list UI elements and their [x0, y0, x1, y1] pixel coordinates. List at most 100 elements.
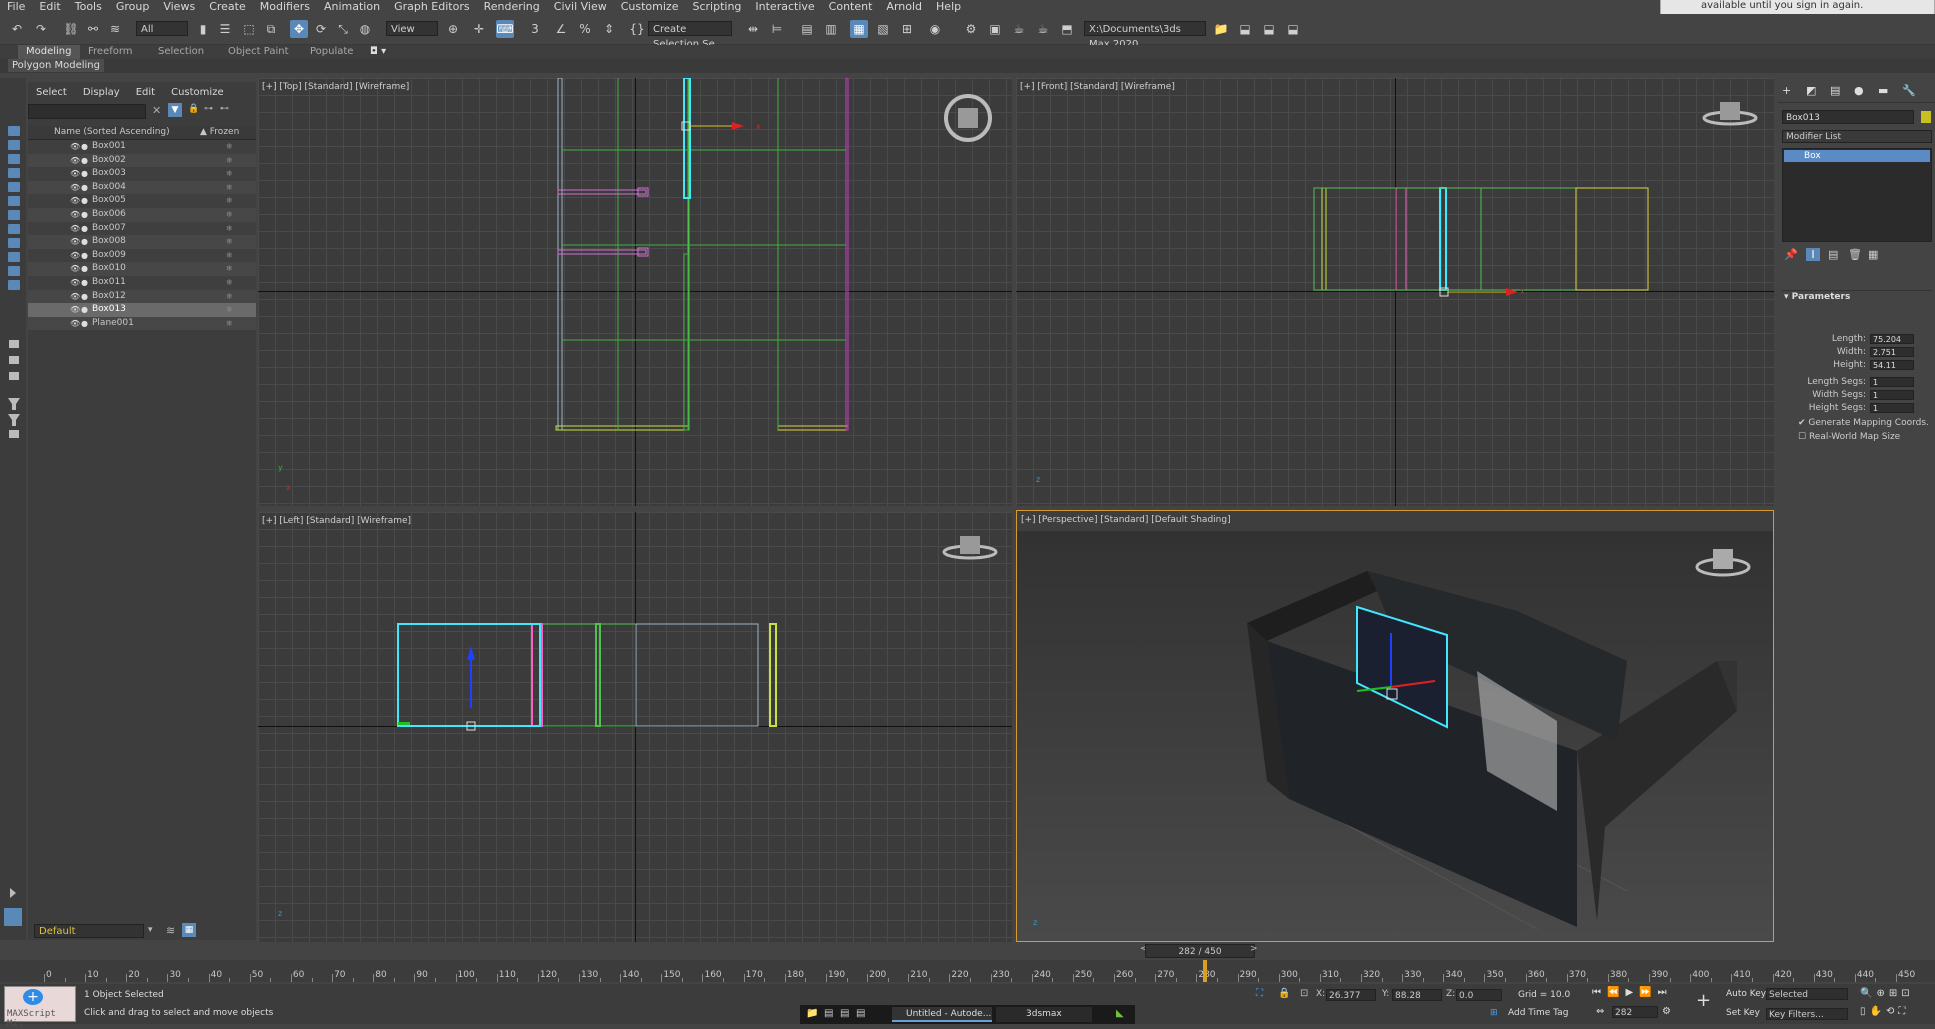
motion-tab-icon[interactable]: ●: [1854, 84, 1864, 97]
absolute-mode-icon[interactable]: ⊡: [1300, 988, 1308, 999]
polygon-modeling-panel[interactable]: Polygon Modeling: [8, 59, 104, 72]
display-tab-icon[interactable]: ▬: [1878, 84, 1888, 97]
viewport-top[interactable]: [+] [Top] [Standard] [Wireframe] x x y: [258, 78, 1012, 506]
track-bar[interactable]: 0 10 20 30 40 50 60 70 80 90 100 110 120 130 140 150 160…: [0, 960, 1935, 982]
unlink-icon[interactable]: ⚯: [84, 20, 102, 38]
auto-key-button[interactable]: Auto Key: [1726, 989, 1766, 999]
workspace-3-icon[interactable]: ⬓: [1284, 20, 1302, 38]
bind-space-warp-icon[interactable]: ≋: [106, 20, 124, 38]
visibility-eye-icon[interactable]: 👁: [70, 194, 80, 208]
window-crossing-icon[interactable]: ⧉: [262, 20, 280, 38]
visibility-eye-icon[interactable]: 👁: [70, 181, 80, 195]
taskbar-app-icon[interactable]: ▤: [824, 1008, 833, 1019]
project-folder-icon[interactable]: 📁: [1212, 20, 1230, 38]
visibility-eye-icon[interactable]: 👁: [70, 222, 80, 236]
visibility-eye-icon[interactable]: 👁: [70, 290, 80, 304]
time-slider[interactable]: 282 / 450: [1145, 944, 1255, 958]
menu-group[interactable]: Group: [109, 0, 157, 14]
align-icon[interactable]: ⊨: [768, 20, 786, 38]
rendered-frame-icon[interactable]: ▣: [986, 20, 1004, 38]
object-color-swatch[interactable]: [1921, 111, 1931, 123]
keyboard-shortcut-icon[interactable]: ⌨: [496, 20, 514, 38]
isolate-icon[interactable]: ⛶: [1256, 988, 1263, 999]
frozen-icon[interactable]: ❄: [226, 194, 233, 208]
frozen-icon[interactable]: ❄: [226, 276, 233, 290]
manipulate-icon[interactable]: ✛: [470, 20, 488, 38]
menu-tools[interactable]: Tools: [68, 0, 109, 14]
file-explorer-icon[interactable]: 📁: [806, 1008, 818, 1019]
schematic-view-icon[interactable]: ⊞: [898, 20, 916, 38]
modify-tab-icon[interactable]: ◩: [1806, 84, 1816, 97]
visibility-eye-icon[interactable]: 👁: [70, 235, 80, 249]
viewport-nav-controls[interactable]: 🔍⊕⊞⊡: [1860, 988, 1914, 999]
explorer-menu-edit[interactable]: Edit: [128, 87, 163, 98]
ribbon-options-icon[interactable]: ◘ ▾: [370, 45, 386, 59]
visibility-eye-icon[interactable]: 👁: [70, 262, 80, 276]
rect-selection-icon[interactable]: ⬚: [240, 20, 258, 38]
explorer-filter-icons[interactable]: [0, 78, 26, 940]
hierarchy-icon[interactable]: ⊶: [204, 104, 213, 114]
visibility-eye-icon[interactable]: 👁: [70, 154, 80, 168]
real-world-checkbox[interactable]: ☐ Real-World Map Size: [1798, 432, 1900, 442]
pivot-icon[interactable]: ⊕: [444, 20, 462, 38]
render-setup-icon[interactable]: ⚙: [962, 20, 980, 38]
frozen-icon[interactable]: ❄: [226, 154, 233, 168]
explorer-row[interactable]: 👁 ● Plane001 ❄: [28, 316, 256, 331]
visibility-eye-icon[interactable]: 👁: [70, 303, 80, 317]
pin-stack-icon[interactable]: 📌: [1784, 248, 1798, 261]
select-move-icon[interactable]: ✥: [290, 20, 308, 38]
explorer-row[interactable]: 👁 ● Box001 ❄: [28, 140, 256, 154]
time-tag-icon[interactable]: ⊞: [1490, 1008, 1498, 1018]
frozen-icon[interactable]: ❄: [226, 167, 233, 181]
tab-populate[interactable]: Populate: [310, 45, 353, 59]
frozen-icon[interactable]: ❄: [226, 317, 233, 331]
column-name[interactable]: Name (Sorted Ascending): [54, 126, 170, 139]
viewport-front[interactable]: [+] [Front] [Standard] [Wireframe] x z: [1016, 78, 1774, 506]
select-by-name-icon[interactable]: ☰: [216, 20, 234, 38]
set-key-plus-icon[interactable]: +: [1696, 990, 1711, 1011]
render-iterative-icon[interactable]: ☕: [1034, 20, 1052, 38]
percent-snap-icon[interactable]: %: [576, 20, 594, 38]
named-selection-dropdown[interactable]: Create Selection Se: [648, 21, 732, 50]
create-tab-icon[interactable]: +: [1782, 84, 1791, 97]
menu-civil-view[interactable]: Civil View: [547, 0, 614, 14]
param-spinner[interactable]: 2.751: [1870, 347, 1914, 357]
object-name-field[interactable]: Box013: [1782, 110, 1914, 124]
frozen-icon[interactable]: ❄: [226, 262, 233, 276]
snap-toggle-icon[interactable]: 3: [526, 20, 544, 38]
frozen-icon[interactable]: ❄: [226, 249, 233, 263]
tab-freeform[interactable]: Freeform: [88, 45, 133, 59]
taskbar-app-3-icon[interactable]: ▤: [856, 1008, 865, 1019]
nvidia-icon[interactable]: ◣: [1116, 1008, 1124, 1019]
visibility-eye-icon[interactable]: 👁: [70, 249, 80, 263]
clear-search-icon[interactable]: ✕: [152, 104, 161, 117]
visibility-eye-icon[interactable]: 👁: [70, 140, 80, 154]
angle-snap-icon[interactable]: ∠: [552, 20, 570, 38]
layer-dropdown[interactable]: Default: [34, 924, 144, 938]
scene-explorer-icon[interactable]: ▤: [798, 20, 816, 38]
menu-rendering[interactable]: Rendering: [477, 0, 547, 14]
explorer-switch-icon[interactable]: ▦: [182, 923, 196, 937]
render-active-icon[interactable]: ⬒: [1058, 20, 1076, 38]
place-icon[interactable]: ◍: [356, 20, 374, 38]
menu-customize[interactable]: Customize: [614, 0, 686, 14]
menu-edit[interactable]: Edit: [32, 0, 67, 14]
param-spinner[interactable]: 54.11: [1870, 360, 1914, 370]
remove-modifier-icon[interactable]: 🗑: [1848, 248, 1862, 261]
playback-controls[interactable]: ⏮⏪▶⏩⏭: [1592, 987, 1673, 998]
tab-selection[interactable]: Selection: [158, 45, 204, 59]
sync-selection-icon[interactable]: ⊷: [220, 104, 229, 114]
menu-help[interactable]: Help: [929, 0, 968, 14]
viewport-left[interactable]: [+] [Left] [Standard] [Wireframe] z: [258, 512, 1012, 942]
menu-views[interactable]: Views: [156, 0, 202, 14]
explorer-row[interactable]: 👁 ● Box006 ❄: [28, 207, 256, 222]
modifier-list-dropdown[interactable]: Modifier List: [1782, 130, 1932, 143]
frozen-icon[interactable]: ❄: [226, 290, 233, 304]
param-spinner[interactable]: 1: [1870, 377, 1914, 387]
explorer-menu-customize[interactable]: Customize: [163, 87, 232, 98]
visibility-eye-icon[interactable]: 👁: [70, 276, 80, 290]
frozen-icon[interactable]: ❄: [226, 303, 233, 317]
time-config-icon[interactable]: ⇔: [1596, 1006, 1604, 1017]
viewport-perspective[interactable]: [+] [Perspective] [Standard] [Default Sh…: [1016, 510, 1774, 942]
time-playhead[interactable]: [1202, 960, 1207, 982]
